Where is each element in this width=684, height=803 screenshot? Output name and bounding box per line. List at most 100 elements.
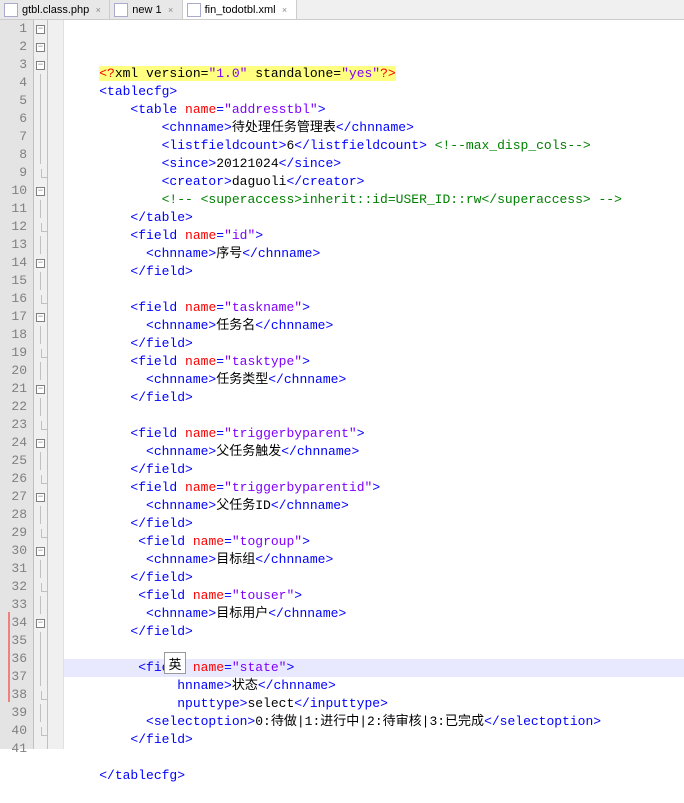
line-number: 18 (0, 326, 33, 344)
tab-fintodotbl[interactable]: fin_todotbl.xml × (183, 0, 297, 19)
line-number: 35 (0, 632, 33, 650)
close-icon[interactable]: × (166, 5, 176, 15)
fold-cell (34, 128, 47, 146)
tab-label: fin_todotbl.xml (205, 4, 276, 16)
code-line[interactable]: hnname>状态</chnname> (64, 677, 684, 695)
fold-cell (34, 470, 47, 488)
line-number: 23 (0, 416, 33, 434)
code-line[interactable]: <chnname>目标用户</chnname> (64, 605, 684, 623)
code-line[interactable] (64, 281, 684, 299)
code-line[interactable]: <?xml version="1.0" standalone="yes"?> (64, 65, 684, 83)
line-number: 16 (0, 290, 33, 308)
fold-cell (34, 452, 47, 470)
line-number: 4 (0, 74, 33, 92)
fold-cell[interactable]: − (34, 182, 47, 200)
code-line[interactable]: <field name="state"> (64, 659, 684, 677)
margin-column (48, 20, 64, 749)
code-line[interactable]: <chnname>父任务ID</chnname> (64, 497, 684, 515)
code-line[interactable]: <table name="addresstbl"> (64, 101, 684, 119)
fold-cell[interactable]: − (34, 56, 47, 74)
code-line[interactable]: <field name="tasktype"> (64, 353, 684, 371)
line-number: 21 (0, 380, 33, 398)
tab-bar: gtbl.class.php × new 1 × fin_todotbl.xml… (0, 0, 684, 20)
fold-minus-icon[interactable]: − (36, 61, 45, 70)
close-icon[interactable]: × (280, 5, 290, 15)
fold-minus-icon[interactable]: − (36, 43, 45, 52)
code-line[interactable]: <field name="id"> (64, 227, 684, 245)
line-number: 39 (0, 704, 33, 722)
code-line[interactable]: </field> (64, 335, 684, 353)
code-line[interactable]: </field> (64, 389, 684, 407)
fold-cell (34, 92, 47, 110)
line-number: 8 (0, 146, 33, 164)
code-line[interactable]: </field> (64, 515, 684, 533)
code-line[interactable] (64, 407, 684, 425)
code-line[interactable]: <creator>daguoli</creator> (64, 173, 684, 191)
code-area[interactable]: 英 <?xml version="1.0" standalone="yes"?>… (64, 20, 684, 749)
tab-gtbl[interactable]: gtbl.class.php × (0, 0, 110, 19)
fold-cell[interactable]: − (34, 20, 47, 38)
code-line[interactable]: nputtype>select</inputtype> (64, 695, 684, 713)
code-line[interactable]: <tablecfg> (64, 83, 684, 101)
code-line[interactable]: <chnname>父任务触发</chnname> (64, 443, 684, 461)
fold-minus-icon[interactable]: − (36, 313, 45, 322)
fold-cell (34, 668, 47, 686)
code-line[interactable]: <chnname>目标组</chnname> (64, 551, 684, 569)
line-number: 6 (0, 110, 33, 128)
fold-cell[interactable]: − (34, 308, 47, 326)
fold-column: − − − − − − − − − − − (34, 20, 48, 749)
fold-minus-icon[interactable]: − (36, 493, 45, 502)
code-line[interactable]: <since>20121024</since> (64, 155, 684, 173)
code-line[interactable]: <chnname>序号</chnname> (64, 245, 684, 263)
code-line[interactable]: </field> (64, 569, 684, 587)
fold-cell[interactable]: − (34, 488, 47, 506)
code-line[interactable]: </table> (64, 209, 684, 227)
fold-minus-icon[interactable]: − (36, 385, 45, 394)
fold-cell[interactable]: − (34, 380, 47, 398)
fold-minus-icon[interactable]: − (36, 259, 45, 268)
code-line[interactable]: <field name="touser"> (64, 587, 684, 605)
fold-cell (34, 686, 47, 704)
fold-cell[interactable]: − (34, 254, 47, 272)
code-line[interactable] (64, 749, 684, 767)
code-line[interactable]: <field name="taskname"> (64, 299, 684, 317)
fold-cell[interactable]: − (34, 38, 47, 56)
fold-cell[interactable]: − (34, 542, 47, 560)
fold-cell (34, 398, 47, 416)
line-number: 20 (0, 362, 33, 380)
code-line[interactable]: <listfieldcount>6</listfieldcount> <!--m… (64, 137, 684, 155)
code-line[interactable]: <field name="togroup"> (64, 533, 684, 551)
code-line[interactable] (64, 785, 684, 803)
line-number: 19 (0, 344, 33, 362)
code-line[interactable]: </tablecfg> (64, 767, 684, 785)
line-number: 1 (0, 20, 33, 38)
code-line[interactable]: </field> (64, 623, 684, 641)
ime-indicator[interactable]: 英 (164, 652, 186, 674)
code-line[interactable]: <field name="triggerbyparentid"> (64, 479, 684, 497)
code-line[interactable]: <field name="triggerbyparent"> (64, 425, 684, 443)
code-line[interactable]: <chnname>待处理任务管理表</chnname> (64, 119, 684, 137)
fold-minus-icon[interactable]: − (36, 439, 45, 448)
fold-cell (34, 506, 47, 524)
code-line[interactable]: </field> (64, 461, 684, 479)
line-number: 24 (0, 434, 33, 452)
code-line[interactable] (64, 641, 684, 659)
fold-minus-icon[interactable]: − (36, 25, 45, 34)
code-line[interactable]: <selectoption>0:待做|1:进行中|2:待审核|3:已完成</se… (64, 713, 684, 731)
fold-minus-icon[interactable]: − (36, 187, 45, 196)
line-number: 5 (0, 92, 33, 110)
code-line[interactable]: </field> (64, 731, 684, 749)
code-line[interactable]: <!-- <superaccess>inherit::id=USER_ID::r… (64, 191, 684, 209)
fold-cell (34, 272, 47, 290)
code-line[interactable]: <chnname>任务名</chnname> (64, 317, 684, 335)
close-icon[interactable]: × (93, 5, 103, 15)
code-line[interactable]: <chnname>任务类型</chnname> (64, 371, 684, 389)
fold-cell[interactable]: − (34, 614, 47, 632)
fold-cell[interactable]: − (34, 434, 47, 452)
code-line[interactable]: </field> (64, 263, 684, 281)
tab-new1[interactable]: new 1 × (110, 0, 182, 19)
fold-minus-icon[interactable]: − (36, 547, 45, 556)
change-marker (8, 612, 10, 702)
fold-minus-icon[interactable]: − (36, 619, 45, 628)
line-number: 29 (0, 524, 33, 542)
